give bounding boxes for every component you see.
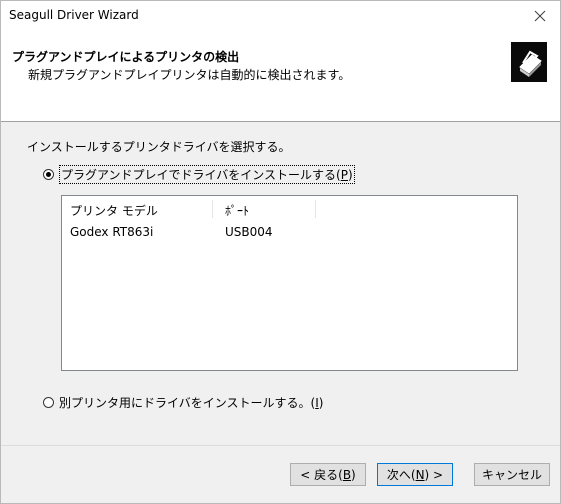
radio-pnp-button[interactable]: [43, 169, 54, 180]
close-icon: [534, 10, 546, 22]
close-button[interactable]: [520, 1, 560, 31]
cell-port: USB004: [225, 225, 273, 239]
radio-other-label: 別プリンタ用にドライバをインストールする。(I): [59, 396, 324, 410]
column-separator[interactable]: [315, 200, 316, 218]
radio-pnp-label: プラグアンドプレイでドライバをインストールする(P): [59, 165, 355, 184]
radio-other-option[interactable]: 別プリンタ用にドライバをインストールする。(I): [43, 394, 323, 411]
cell-model: Godex RT863i: [70, 225, 154, 239]
column-header-port[interactable]: ﾎﾟｰﾄ: [225, 202, 249, 222]
next-button[interactable]: 次へ(N) >: [377, 463, 453, 486]
radio-pnp-option[interactable]: プラグアンドプレイでドライバをインストールする(P): [43, 165, 355, 184]
header-subtitle: 新規プラグアンドプレイプリンタは自動的に検出されます。: [28, 68, 351, 82]
column-separator[interactable]: [212, 200, 213, 218]
printer-list[interactable]: プリンタ モデル ﾎﾟｰﾄ Godex RT863i USB004: [61, 195, 518, 371]
wizard-header: プラグアンドプレイによるプリンタの検出 新規プラグアンドプレイプリンタは自動的に…: [1, 31, 560, 122]
wizard-window: Seagull Driver Wizard プラグアンドプレイによるプリンタの検…: [0, 0, 561, 504]
column-header-model[interactable]: プリンタ モデル: [70, 202, 158, 222]
instruction-text: インストールするプリンタドライバを選択する。: [27, 140, 291, 154]
printer-icon: [511, 42, 547, 82]
title-bar: Seagull Driver Wizard: [1, 1, 560, 31]
back-button[interactable]: < 戻る(B): [290, 463, 366, 486]
window-title: Seagull Driver Wizard: [9, 8, 139, 22]
header-title: プラグアンドプレイによるプリンタの検出: [12, 50, 240, 64]
cancel-button[interactable]: キャンセル: [474, 463, 550, 486]
radio-other-button[interactable]: [43, 397, 54, 408]
